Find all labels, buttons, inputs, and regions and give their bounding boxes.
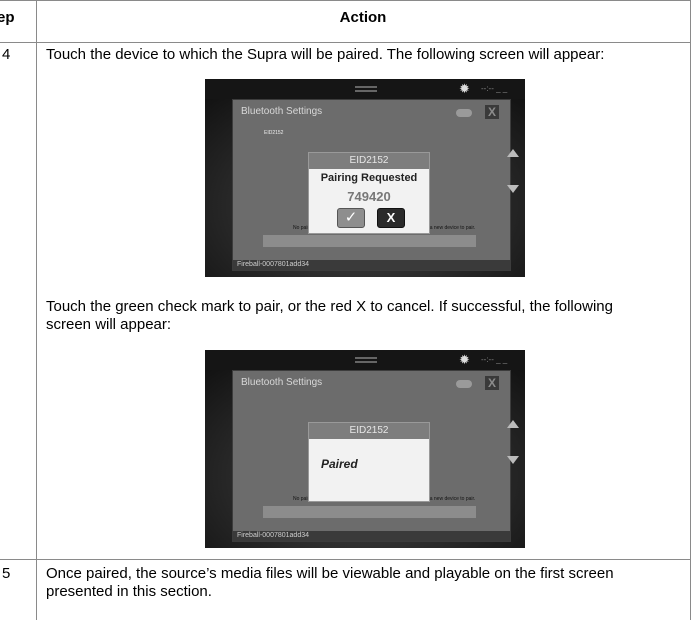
- menu-lines-icon: [355, 86, 377, 88]
- dialog-title: Bluetooth Settings: [241, 377, 323, 388]
- confirm-check-button[interactable]: ✓: [337, 208, 365, 228]
- paired-popup: EID2152 Paired: [308, 422, 430, 502]
- clock: --:-- _ _: [481, 355, 508, 364]
- sun-icon: ✹: [459, 81, 470, 96]
- device-id-label: EID2152: [264, 130, 284, 136]
- footer-device-name: Fireball-0007801add34: [233, 531, 510, 541]
- step-instruction: Touch the device to which the Supra will…: [46, 46, 605, 63]
- header-action: Action: [339, 9, 387, 26]
- step-followup: Touch the green check mark to pair, or t…: [46, 298, 613, 333]
- table-header-divider: [0, 42, 691, 43]
- step-number: 5: [2, 565, 11, 582]
- header-step: Step: [0, 9, 15, 26]
- pairing-popup: EID2152 Pairing Requested 749420 ✓ X: [308, 152, 430, 234]
- step-number: 4: [2, 46, 11, 63]
- status-bar: ✹ --:-- _ _: [205, 350, 525, 370]
- paired-screenshot: ✹ --:-- _ _ Bluetooth Settings X No pair…: [205, 350, 525, 548]
- popup-status: Pairing Requested: [320, 172, 418, 184]
- volume-up-icon[interactable]: [507, 420, 519, 428]
- volume-down-icon[interactable]: [507, 185, 519, 193]
- close-button[interactable]: X: [485, 105, 499, 119]
- table-top-border: [0, 0, 691, 1]
- popup-status: Paired: [321, 457, 358, 471]
- status-bar: ✹ --:-- _ _: [205, 79, 525, 99]
- volume-up-icon[interactable]: [507, 149, 519, 157]
- table-row-divider: [0, 559, 691, 560]
- scan-bar[interactable]: [263, 235, 476, 247]
- menu-lines-icon: [355, 357, 377, 359]
- popup-title: EID2152: [309, 423, 429, 439]
- sun-icon: ✹: [459, 352, 470, 367]
- popup-title: EID2152: [309, 153, 429, 169]
- volume-control[interactable]: [507, 420, 523, 480]
- bluetooth-toggle[interactable]: [456, 109, 472, 117]
- clock: --:-- _ _: [481, 84, 508, 93]
- pairing-requested-screenshot: ✹ --:-- _ _ Bluetooth Settings X EID2152…: [205, 79, 525, 277]
- close-button[interactable]: X: [485, 376, 499, 390]
- bluetooth-toggle[interactable]: [456, 380, 472, 388]
- table-column-divider: [36, 0, 37, 620]
- dialog-title: Bluetooth Settings: [241, 106, 323, 117]
- step-instruction: Once paired, the source’s media files wi…: [46, 565, 614, 600]
- volume-down-icon[interactable]: [507, 456, 519, 464]
- volume-control[interactable]: [507, 149, 523, 209]
- scan-bar[interactable]: [263, 506, 476, 518]
- cancel-x-button[interactable]: X: [377, 208, 405, 228]
- pairing-code: 749420: [347, 189, 391, 204]
- footer-device-name: Fireball-0007801add34: [233, 260, 510, 270]
